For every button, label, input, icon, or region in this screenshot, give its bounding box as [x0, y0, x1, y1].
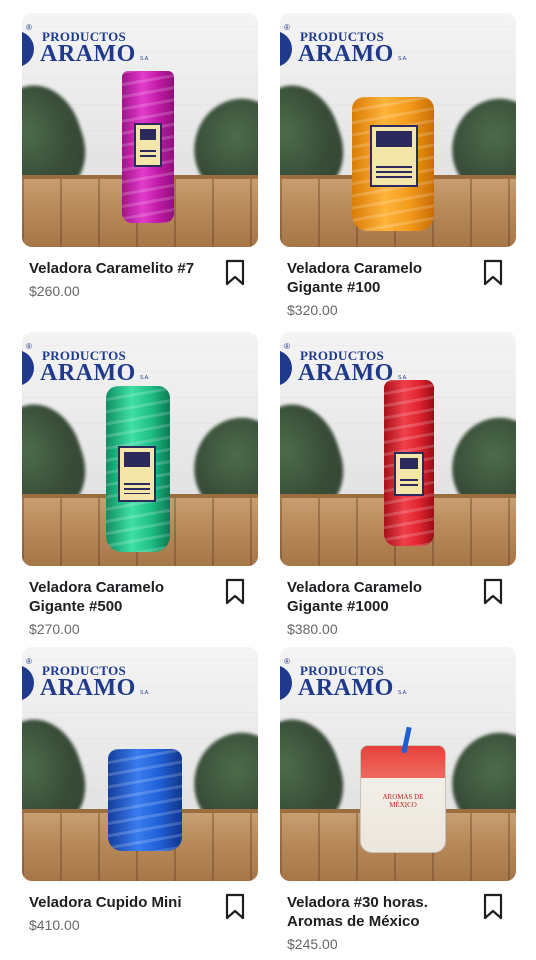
bookmark-icon[interactable] [224, 893, 246, 921]
product-title[interactable]: Veladora Caramelo Gigante #500 [29, 578, 215, 616]
registered-mark: ® [284, 23, 290, 32]
marketplace-product-grid: ® PRODUCTOS ARAMO S.A. Veladora Carameli… [0, 0, 536, 960]
product-title[interactable]: Veladora Caramelo Gigante #100 [287, 259, 473, 297]
registered-mark: ® [26, 657, 32, 666]
brand-logo-mark [280, 350, 292, 386]
product-title[interactable]: Veladora Cupido Mini [29, 893, 215, 912]
brand-logo: ® PRODUCTOS ARAMO S.A. [22, 657, 182, 705]
candle-product-image [106, 386, 170, 552]
product-price: $380.00 [287, 621, 338, 637]
product-info: Veladora Caramelo Gigante #1000 $380.00 [280, 566, 516, 637]
candle-product-image [384, 380, 434, 546]
product-title[interactable]: Veladora Caramelito #7 [29, 259, 215, 278]
candle-label [118, 446, 156, 502]
brand-logo-mark [22, 665, 34, 701]
candle-label [394, 452, 424, 496]
brand-line2: ARAMO [298, 41, 394, 67]
product-photo[interactable]: ® PRODUCTOS ARAMO S.A. AROMAS DE MÉXICO [280, 647, 516, 881]
registered-mark: ® [26, 23, 32, 32]
brand-logo: ® PRODUCTOS ARAMO S.A. [280, 23, 440, 71]
product-photo[interactable]: ® PRODUCTOS ARAMO S.A. [280, 13, 516, 247]
product-price: $270.00 [29, 621, 80, 637]
brand-suffix: S.A. [140, 690, 150, 696]
product-photo[interactable]: ® PRODUCTOS ARAMO S.A. [22, 13, 258, 247]
bookmark-icon[interactable] [224, 578, 246, 606]
product-price: $320.00 [287, 302, 338, 318]
product-photo[interactable]: ® PRODUCTOS ARAMO S.A. [22, 647, 258, 881]
product-info: Veladora Caramelito #7 $260.00 [22, 247, 258, 317]
product-title[interactable]: Veladora Caramelo Gigante #1000 [287, 578, 473, 616]
candle-product-image [352, 97, 434, 231]
product-info: Veladora #30 horas. Aromas de México $24… [280, 881, 516, 952]
bookmark-icon[interactable] [224, 259, 246, 287]
product-info: Veladora Cupido Mini $410.00 [22, 881, 258, 951]
brand-suffix: S.A. [140, 375, 150, 381]
brand-suffix: S.A. [140, 56, 150, 62]
candle-label-text: AROMAS DE MÉXICO [382, 793, 424, 809]
brand-logo-mark [22, 31, 34, 67]
product-price: $245.00 [287, 936, 338, 952]
brand-line2: ARAMO [40, 360, 136, 386]
candle-label [370, 125, 418, 187]
product-card[interactable]: ® PRODUCTOS ARAMO S.A. Veladora Caramelo… [280, 332, 516, 637]
product-info: Veladora Caramelo Gigante #500 $270.00 [22, 566, 258, 637]
product-price: $260.00 [29, 283, 80, 299]
candle-product-image: AROMAS DE MÉXICO [360, 726, 446, 853]
brand-logo: ® PRODUCTOS ARAMO S.A. [22, 23, 182, 71]
brand-suffix: S.A. [398, 56, 408, 62]
bookmark-icon[interactable] [482, 259, 504, 287]
product-card[interactable]: ® PRODUCTOS ARAMO S.A. Veladora Cupido M… [22, 647, 258, 951]
brand-logo-mark [22, 350, 34, 386]
registered-mark: ® [26, 342, 32, 351]
product-title[interactable]: Veladora #30 horas. Aromas de México [287, 893, 473, 931]
product-card[interactable]: ® PRODUCTOS ARAMO S.A. Veladora Carameli… [22, 13, 258, 317]
product-price: $410.00 [29, 917, 80, 933]
brand-logo-mark [280, 665, 292, 701]
brand-line2: ARAMO [298, 360, 394, 386]
product-card[interactable]: ® PRODUCTOS ARAMO S.A. Veladora Caramelo… [280, 13, 516, 318]
brand-logo: ® PRODUCTOS ARAMO S.A. [280, 657, 440, 705]
product-photo[interactable]: ® PRODUCTOS ARAMO S.A. [22, 332, 258, 566]
registered-mark: ® [284, 657, 290, 666]
brand-line2: ARAMO [40, 675, 136, 701]
candle-ridges [108, 749, 182, 851]
product-card[interactable]: ® PRODUCTOS ARAMO S.A. AROMAS DE MÉXICO … [280, 647, 516, 952]
brand-suffix: S.A. [398, 690, 408, 696]
registered-mark: ® [284, 342, 290, 351]
brand-logo: ® PRODUCTOS ARAMO S.A. [22, 342, 182, 390]
product-photo[interactable]: ® PRODUCTOS ARAMO S.A. [280, 332, 516, 566]
candle-product-image [122, 71, 174, 223]
product-info: Veladora Caramelo Gigante #100 $320.00 [280, 247, 516, 318]
candle-label [134, 123, 162, 167]
brand-line2: ARAMO [40, 41, 136, 67]
bookmark-icon[interactable] [482, 893, 504, 921]
brand-logo-mark [280, 31, 292, 67]
product-card[interactable]: ® PRODUCTOS ARAMO S.A. Veladora Caramelo… [22, 332, 258, 637]
brand-line2: ARAMO [298, 675, 394, 701]
bookmark-icon[interactable] [482, 578, 504, 606]
candle-product-image [108, 749, 182, 851]
